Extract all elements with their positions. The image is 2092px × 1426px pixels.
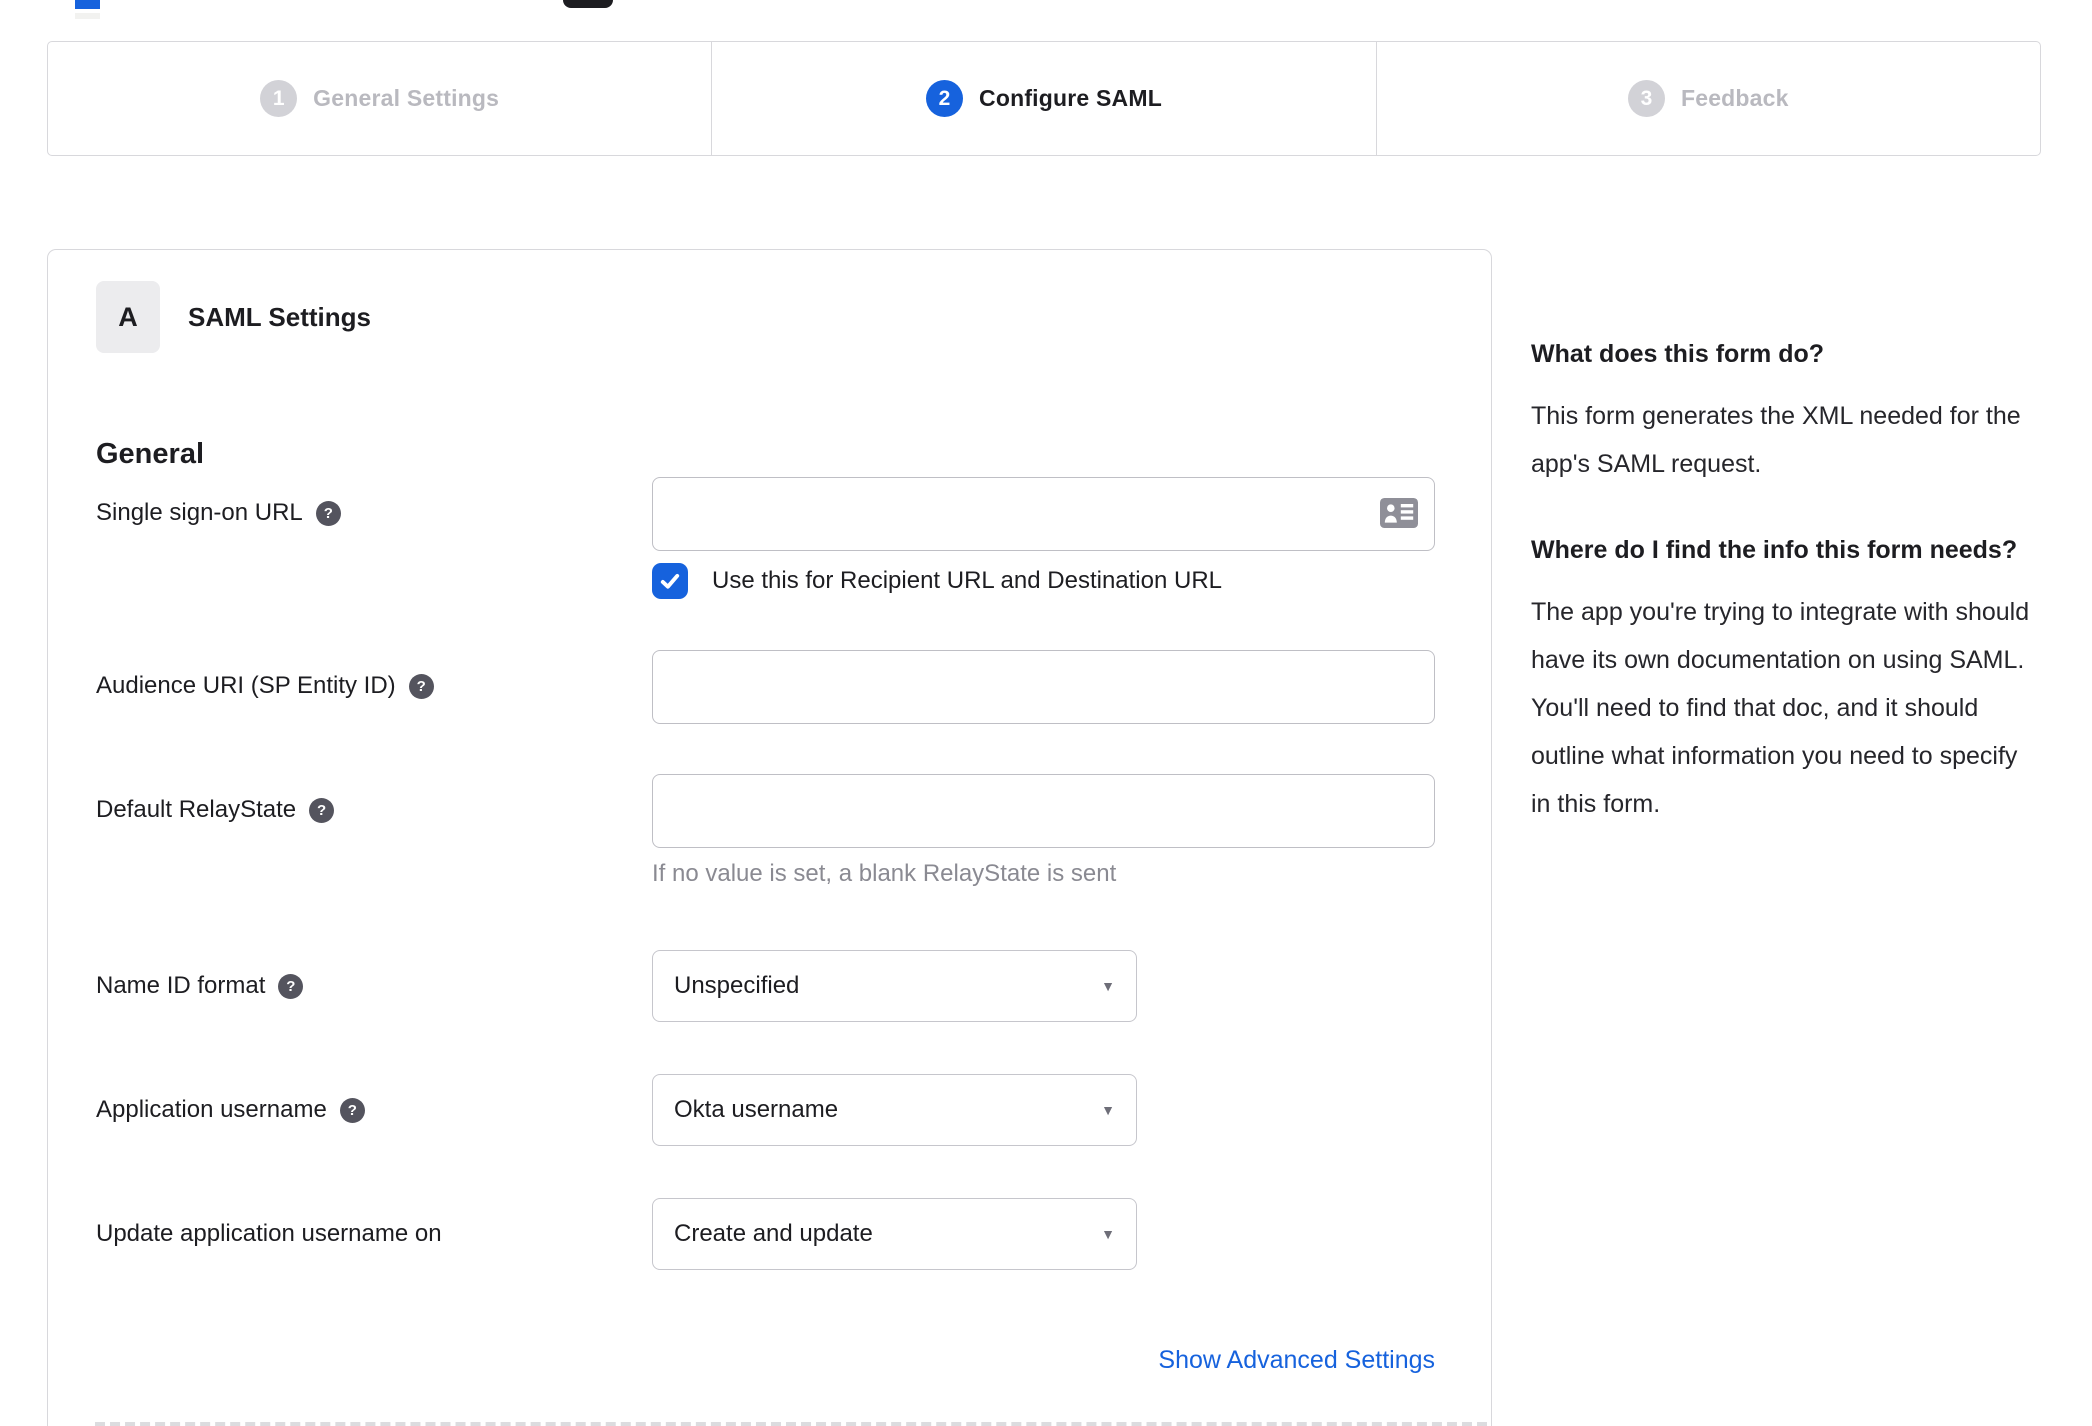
general-section-heading: General xyxy=(96,438,204,470)
panel-title: SAML Settings xyxy=(188,301,371,332)
chevron-down-icon: ▼ xyxy=(1101,1102,1115,1118)
sidebar-heading-what: What does this form do? xyxy=(1531,340,1825,368)
step-2-label: Configure SAML xyxy=(979,85,1162,111)
relaystate-helper-text: If no value is set, a blank RelayState i… xyxy=(652,860,1117,887)
update-app-username-label: Update application username on xyxy=(96,1220,442,1247)
help-icon[interactable]: ? xyxy=(278,973,304,999)
wizard-stepper: 1 General Settings 2 Configure SAML 3 Fe… xyxy=(47,41,2041,156)
clipped-dark-fragment xyxy=(563,0,613,8)
help-sidebar: What does this form do? This form genera… xyxy=(1531,330,2036,866)
step-3-label: Feedback xyxy=(1680,85,1789,111)
audience-uri-label: Audience URI (SP Entity ID) xyxy=(96,672,396,699)
checkmark-icon xyxy=(660,573,680,589)
sidebar-body-where: The app you're trying to integrate with … xyxy=(1531,598,2030,818)
application-username-select[interactable]: Okta username ▼ xyxy=(652,1074,1137,1146)
step-3-number: 3 xyxy=(1627,80,1665,117)
single-sign-on-url-input[interactable] xyxy=(652,477,1435,551)
help-icon[interactable]: ? xyxy=(408,673,434,699)
section-dashed-divider xyxy=(95,1422,1487,1426)
step-feedback[interactable]: 3 Feedback xyxy=(1375,42,2040,155)
field-audience-uri: Audience URI (SP Entity ID) ? xyxy=(96,650,1435,724)
field-update-app-username: Update application username on Create an… xyxy=(96,1198,1435,1270)
application-username-label: Application username xyxy=(96,1096,327,1123)
section-a-badge: A xyxy=(96,281,160,353)
step-2-number: 2 xyxy=(926,80,964,117)
recipient-url-checkbox[interactable] xyxy=(652,563,688,599)
name-id-format-label: Name ID format xyxy=(96,972,266,999)
contact-card-icon[interactable] xyxy=(1380,498,1418,533)
clipped-blue-fragment xyxy=(75,0,100,9)
update-app-username-value: Create and update xyxy=(674,1220,873,1247)
default-relaystate-label: Default RelayState xyxy=(96,796,297,823)
chevron-down-icon: ▼ xyxy=(1101,978,1115,994)
step-general-settings[interactable]: 1 General Settings xyxy=(48,42,711,155)
field-single-sign-on-url: Single sign-on URL ? Use this for Recipi… xyxy=(96,477,1435,599)
sidebar-heading-where: Where do I find the info this form needs… xyxy=(1531,536,2018,564)
sidebar-body-what: This form generates the XML needed for t… xyxy=(1531,402,2021,478)
help-icon[interactable]: ? xyxy=(315,500,341,526)
step-configure-saml[interactable]: 2 Configure SAML xyxy=(711,42,1375,155)
chevron-down-icon: ▼ xyxy=(1101,1226,1115,1242)
help-icon[interactable]: ? xyxy=(339,1097,365,1123)
field-name-id-format: Name ID format ? Unspecified ▼ xyxy=(96,950,1435,1022)
field-default-relaystate: Default RelayState ? If no value is set,… xyxy=(96,774,1435,890)
name-id-format-value: Unspecified xyxy=(674,972,800,999)
saml-settings-panel: A SAML Settings General Single sign-on U… xyxy=(47,249,1492,1426)
step-1-number: 1 xyxy=(260,80,298,117)
show-advanced-settings-link[interactable]: Show Advanced Settings xyxy=(1158,1346,1435,1375)
name-id-format-select[interactable]: Unspecified ▼ xyxy=(652,950,1137,1022)
step-1-label: General Settings xyxy=(313,85,500,111)
update-app-username-select[interactable]: Create and update ▼ xyxy=(652,1198,1137,1270)
single-sign-on-url-label: Single sign-on URL xyxy=(96,499,303,526)
recipient-url-checkbox-label: Use this for Recipient URL and Destinati… xyxy=(712,567,1223,594)
application-username-value: Okta username xyxy=(674,1096,839,1123)
field-application-username: Application username ? Okta username ▼ xyxy=(96,1074,1435,1146)
audience-uri-input[interactable] xyxy=(652,650,1435,724)
default-relaystate-input[interactable] xyxy=(652,774,1435,848)
clipped-fragment-shadow xyxy=(75,13,100,19)
help-icon[interactable]: ? xyxy=(309,797,335,823)
